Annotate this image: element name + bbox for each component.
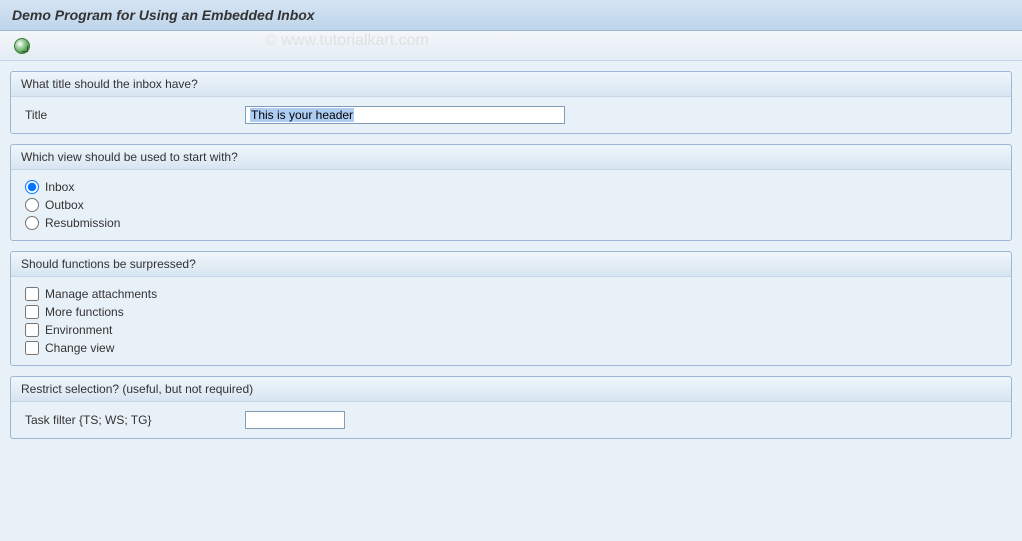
check-attachments[interactable]: Manage attachments — [25, 287, 997, 301]
radio-inbox-input[interactable] — [25, 180, 39, 194]
check-environment-input[interactable] — [25, 323, 39, 337]
radio-inbox[interactable]: Inbox — [25, 180, 997, 194]
check-more-label: More functions — [45, 305, 124, 319]
title-row: Title This is your header — [25, 106, 997, 124]
radio-outbox-label: Outbox — [45, 198, 84, 212]
toolbar — [0, 31, 1022, 61]
task-label: Task filter {TS; WS; TG} — [25, 413, 245, 427]
check-environment-label: Environment — [45, 323, 112, 337]
window-title: Demo Program for Using an Embedded Inbox — [0, 0, 1022, 31]
group-view: Which view should be used to start with?… — [10, 144, 1012, 241]
check-changeview-label: Change view — [45, 341, 114, 355]
radio-resubmission-input[interactable] — [25, 216, 39, 230]
group-restrict: Restrict selection? (useful, but not req… — [10, 376, 1012, 439]
check-more[interactable]: More functions — [25, 305, 997, 319]
check-environment[interactable]: Environment — [25, 323, 997, 337]
group-suppress-legend: Should functions be surpressed? — [11, 252, 1011, 277]
group-suppress: Should functions be surpressed? Manage a… — [10, 251, 1012, 366]
radio-outbox-input[interactable] — [25, 198, 39, 212]
check-changeview[interactable]: Change view — [25, 341, 997, 355]
check-more-input[interactable] — [25, 305, 39, 319]
group-title: What title should the inbox have? Title … — [10, 71, 1012, 134]
check-attachments-input[interactable] — [25, 287, 39, 301]
check-changeview-input[interactable] — [25, 341, 39, 355]
radio-inbox-label: Inbox — [45, 180, 74, 194]
group-view-legend: Which view should be used to start with? — [11, 145, 1011, 170]
title-input[interactable]: This is your header — [245, 106, 565, 124]
task-row: Task filter {TS; WS; TG} — [25, 411, 997, 429]
content-area: What title should the inbox have? Title … — [0, 61, 1022, 541]
execute-icon[interactable] — [14, 38, 30, 54]
group-restrict-legend: Restrict selection? (useful, but not req… — [11, 377, 1011, 402]
title-label: Title — [25, 108, 245, 122]
radio-resubmission-label: Resubmission — [45, 216, 120, 230]
group-title-legend: What title should the inbox have? — [11, 72, 1011, 97]
radio-resubmission[interactable]: Resubmission — [25, 216, 997, 230]
radio-outbox[interactable]: Outbox — [25, 198, 997, 212]
task-input[interactable] — [245, 411, 345, 429]
check-attachments-label: Manage attachments — [45, 287, 157, 301]
